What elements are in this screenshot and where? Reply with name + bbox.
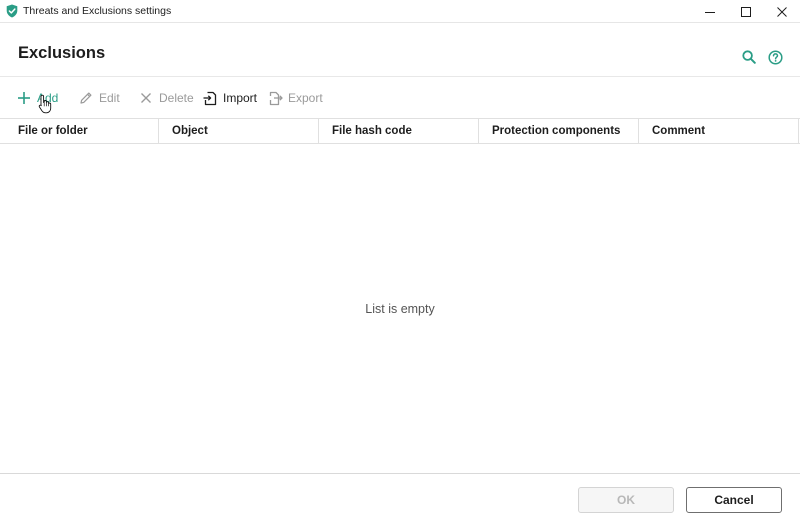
window-title: Threats and Exclusions settings bbox=[23, 5, 172, 17]
close-icon bbox=[777, 6, 787, 17]
column-header-protection-components[interactable]: Protection components bbox=[479, 119, 639, 143]
page-header: Exclusions bbox=[0, 23, 800, 77]
shield-check-icon bbox=[6, 4, 18, 18]
delete-label: Delete bbox=[159, 91, 194, 105]
cancel-button[interactable]: Cancel bbox=[686, 487, 782, 513]
edit-label: Edit bbox=[99, 91, 120, 105]
exclusions-table-body: List is empty bbox=[0, 144, 800, 473]
search-icon bbox=[742, 50, 756, 64]
import-label: Import bbox=[223, 91, 258, 105]
ok-button[interactable]: OK bbox=[578, 487, 674, 513]
help-button[interactable] bbox=[767, 49, 783, 65]
column-header-object[interactable]: Object bbox=[159, 119, 319, 143]
maximize-icon bbox=[741, 6, 751, 17]
column-header-comment[interactable]: Comment bbox=[639, 119, 799, 143]
minimize-button[interactable] bbox=[692, 0, 728, 23]
page-title: Exclusions bbox=[18, 44, 106, 62]
column-header-file-hash-code[interactable]: File hash code bbox=[319, 119, 479, 143]
minimize-icon bbox=[705, 11, 715, 13]
maximize-button[interactable] bbox=[728, 0, 764, 23]
pencil-icon bbox=[78, 90, 94, 106]
close-button[interactable] bbox=[764, 0, 800, 23]
title-bar: Threats and Exclusions settings bbox=[0, 0, 800, 23]
exclusions-table-header: File or folder Object File hash code Pro… bbox=[0, 118, 800, 144]
edit-button[interactable]: Edit bbox=[78, 88, 120, 108]
add-button[interactable]: Add bbox=[16, 88, 58, 108]
column-header-file-or-folder[interactable]: File or folder bbox=[0, 119, 159, 143]
help-icon bbox=[767, 49, 783, 65]
import-button[interactable]: Import bbox=[202, 88, 257, 108]
export-label: Export bbox=[288, 91, 323, 105]
export-icon bbox=[267, 90, 283, 106]
search-button[interactable] bbox=[741, 49, 757, 65]
import-icon bbox=[202, 90, 218, 106]
x-icon bbox=[138, 90, 154, 106]
add-label: Add bbox=[37, 91, 59, 105]
export-button[interactable]: Export bbox=[267, 88, 323, 108]
plus-icon bbox=[16, 90, 32, 106]
toolbar: Add Edit Delete Import Export bbox=[0, 78, 800, 118]
dialog-footer: OK Cancel bbox=[0, 473, 800, 523]
empty-list-message: List is empty bbox=[365, 302, 435, 316]
delete-button[interactable]: Delete bbox=[138, 88, 194, 108]
